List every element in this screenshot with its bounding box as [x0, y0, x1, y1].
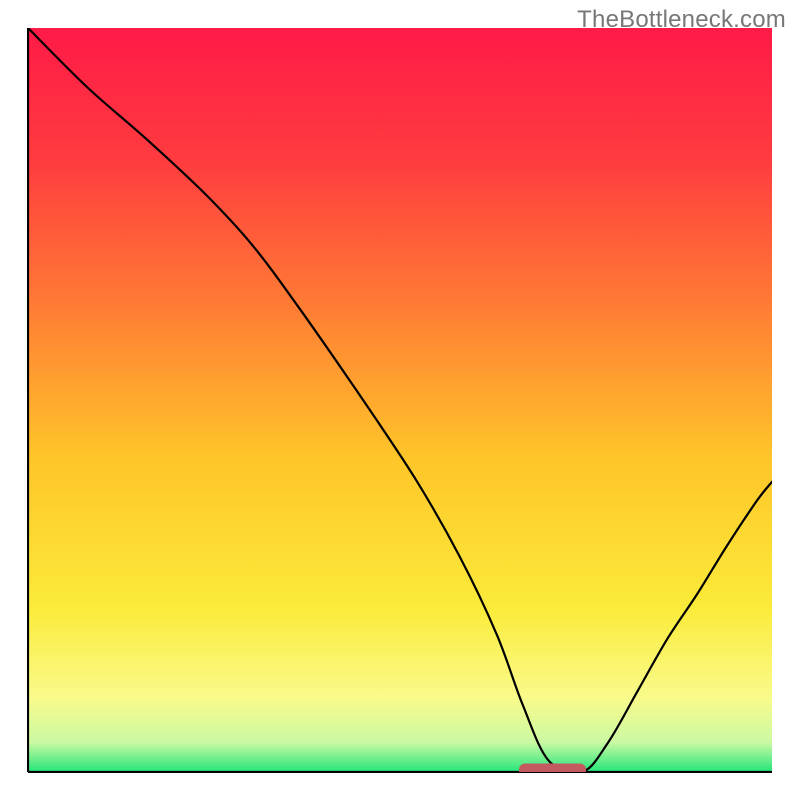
gradient-background	[28, 28, 772, 772]
watermark-text: TheBottleneck.com	[577, 6, 786, 34]
chart-container	[27, 27, 773, 773]
optimal-marker	[519, 764, 586, 774]
bottleneck-chart	[27, 27, 773, 773]
